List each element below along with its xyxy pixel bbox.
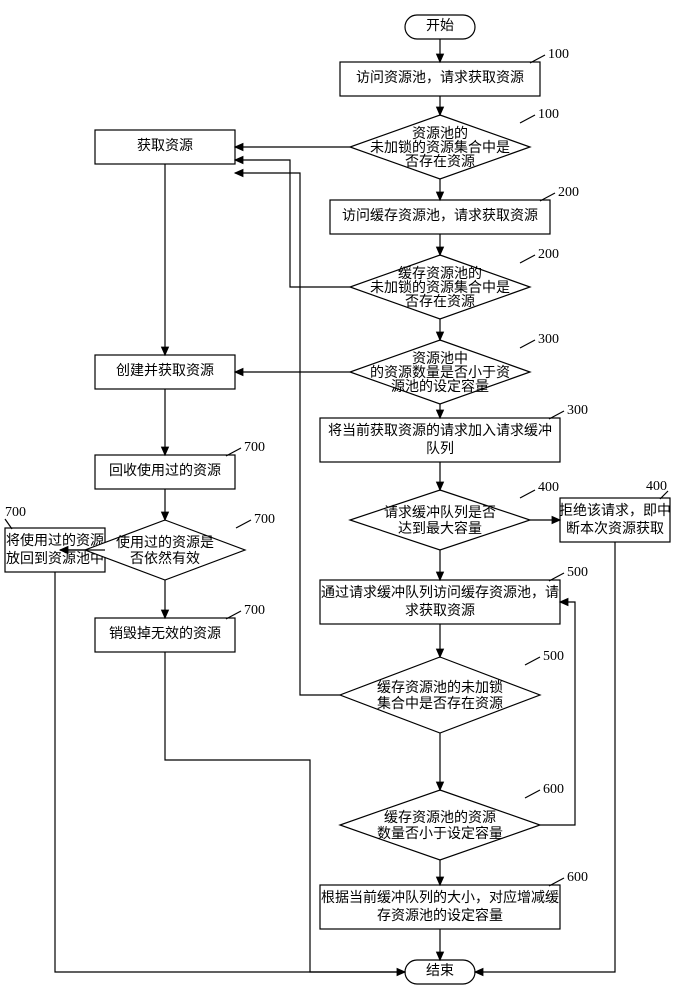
step-100-label-a: 100	[548, 47, 569, 62]
decision-buffer-max-l2: 达到最大容量	[398, 520, 482, 537]
decision-cache-unlocked-l2: 未加锁的资源集合中是	[370, 279, 510, 296]
step-600-label-a: 600	[543, 782, 564, 797]
box-recycle-text: 回收使用过的资源	[109, 462, 221, 479]
decision-cache-unlocked-l1: 缓存资源池的	[398, 266, 482, 282]
box-queue-request-text-2: 队列	[426, 441, 454, 457]
box-putback-text-2: 放回到资源池中	[6, 551, 104, 567]
step-500-label-a: 500	[567, 565, 588, 580]
terminal-end-label: 结束	[426, 963, 454, 979]
step-100-label-b: 100	[538, 107, 559, 122]
decision-pool-unlocked-l1: 资源池的	[412, 126, 468, 142]
flowchart: 开始 结束 访问资源池，请求获取资源 100 获取资源 访问缓存资源池，请求获取…	[0, 0, 675, 1000]
box-queue-request-text-1: 将当前获取资源的请求加入请求缓冲	[328, 422, 552, 439]
step-700-label-c: 700	[244, 603, 265, 618]
decision-buffer-max-l1: 请求缓冲队列是否	[384, 505, 496, 521]
decision-cache-lt-l1: 缓存资源池的资源	[384, 810, 496, 826]
step-600-label-b: 600	[567, 870, 588, 885]
step-200-label-b: 200	[538, 247, 559, 262]
step-400-label-a: 400	[538, 480, 559, 495]
step-200-label-a: 200	[558, 185, 579, 200]
box-access-pool-text: 访问资源池，请求获取资源	[356, 70, 524, 86]
box-via-buffer-text-1: 通过请求缓冲队列访问缓存资源池，请	[321, 585, 559, 601]
decision-valid-l1: 使用过的资源是	[116, 534, 214, 551]
decision-cache-unlocked-l3: 否存在资源	[405, 294, 475, 310]
step-700-label-a: 700	[244, 440, 265, 455]
box-access-cache-text: 访问缓存资源池，请求获取资源	[342, 208, 538, 224]
terminal-start-label: 开始	[426, 18, 454, 34]
box-adjust-text-2: 存资源池的设定容量	[377, 907, 503, 924]
step-300-label-b: 300	[567, 403, 588, 418]
box-putback-text-1: 将使用过的资源	[6, 532, 104, 549]
box-adjust-text-1: 根据当前缓冲队列的大小，对应增减缓	[321, 889, 559, 906]
decision-pool-lt-l1: 资源池中	[412, 351, 468, 367]
step-700-label-d: 700	[254, 512, 275, 527]
box-reject-text-2: 断本次资源获取	[566, 521, 664, 537]
box-via-buffer-text-2: 求获取资源	[405, 603, 475, 619]
decision-valid-l2: 否依然有效	[130, 550, 200, 567]
decision-pool-lt-l2: 的资源数量是否小于资	[370, 365, 510, 381]
step-700-label-b: 700	[5, 505, 26, 520]
box-destroy-text: 销毁掉无效的资源	[109, 626, 221, 642]
box-create-get-text: 创建并获取资源	[116, 363, 214, 379]
decision-pool-lt-l3: 源池的设定容量	[391, 378, 489, 395]
decision-cache2-l1: 缓存资源池的未加锁	[377, 680, 503, 696]
box-reject-text-1: 拒绝该请求，即中	[559, 503, 671, 519]
step-400-label: 400	[646, 479, 667, 494]
step-500-label-b: 500	[543, 649, 564, 664]
decision-pool-unlocked-l2: 未加锁的资源集合中是	[370, 139, 510, 156]
step-300-label-a: 300	[538, 332, 559, 347]
decision-cache-lt-l2: 数量否小于设定容量	[377, 825, 503, 842]
box-get-resource-text: 获取资源	[137, 138, 193, 154]
decision-cache2-l2: 集合中是否存在资源	[377, 695, 503, 712]
decision-pool-unlocked-l3: 否存在资源	[405, 154, 475, 170]
